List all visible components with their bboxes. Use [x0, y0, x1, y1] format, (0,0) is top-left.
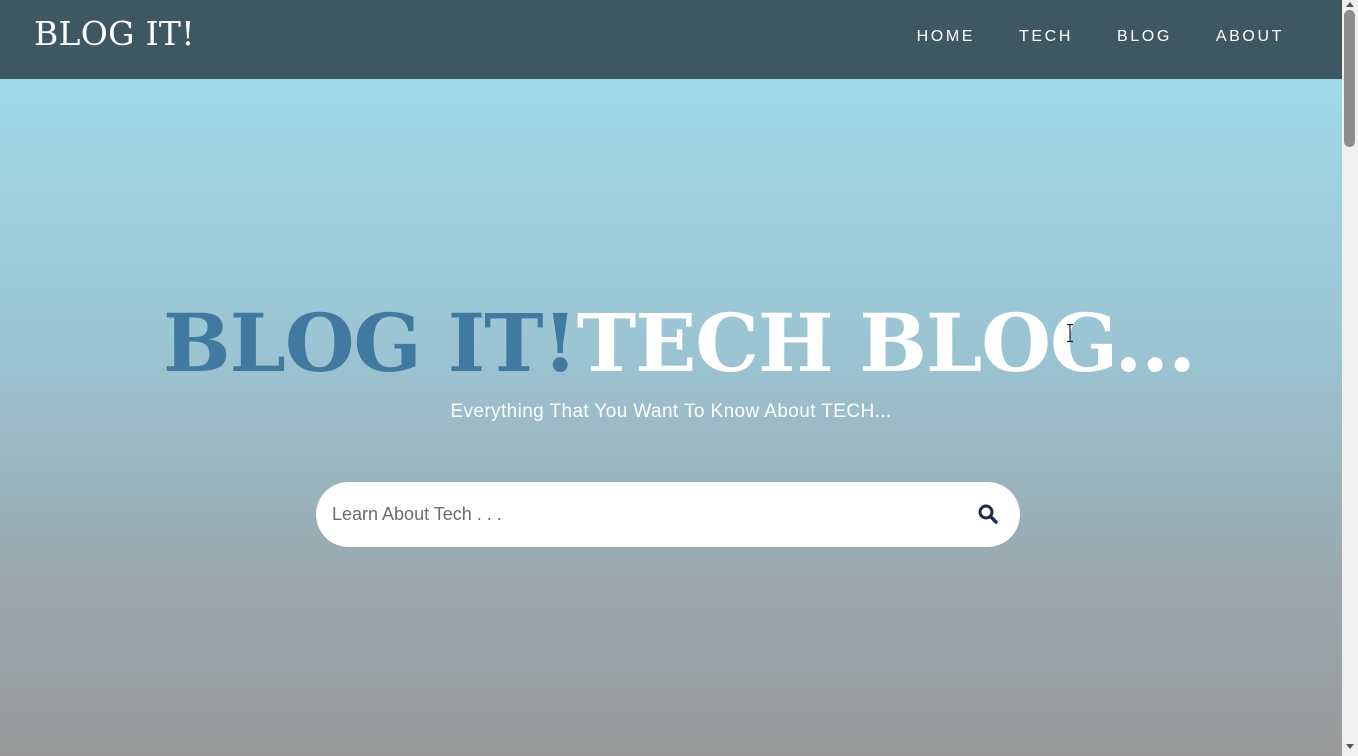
search-button[interactable]	[970, 496, 1006, 532]
search-bar	[316, 482, 1020, 547]
hero-title: BLOG IT!TECH BLOG...	[0, 297, 1342, 389]
hero-title-tagline: TECH BLOG...	[576, 296, 1196, 390]
search-input[interactable]	[332, 482, 932, 547]
hero-section: BLOG IT!TECH BLOG... Everything That You…	[0, 79, 1342, 756]
hero-subtitle: Everything That You Want To Know About T…	[450, 401, 892, 422]
search-icon	[978, 504, 998, 524]
hero-title-brand: BLOG IT!	[163, 296, 578, 390]
nav-link-about[interactable]: ABOUT	[1216, 26, 1284, 48]
scroll-down-arrow-icon[interactable]	[1346, 744, 1354, 749]
brand-logo[interactable]: BLOG IT!	[34, 12, 195, 56]
nav-link-home[interactable]: HOME	[917, 26, 975, 48]
nav-links: HOME TECH BLOG ABOUT	[873, 26, 1284, 48]
top-navbar: BLOG IT! HOME TECH BLOG ABOUT	[0, 0, 1342, 79]
vertical-scrollbar[interactable]	[1342, 0, 1358, 756]
text-cursor-icon	[1067, 323, 1073, 343]
page-viewport: BLOG IT! HOME TECH BLOG ABOUT BLOG IT!TE…	[0, 0, 1342, 756]
nav-link-blog[interactable]: BLOG	[1117, 26, 1172, 48]
nav-link-tech[interactable]: TECH	[1019, 26, 1073, 48]
scrollbar-thumb[interactable]	[1344, 10, 1355, 147]
scroll-up-arrow-icon[interactable]	[1346, 2, 1354, 7]
